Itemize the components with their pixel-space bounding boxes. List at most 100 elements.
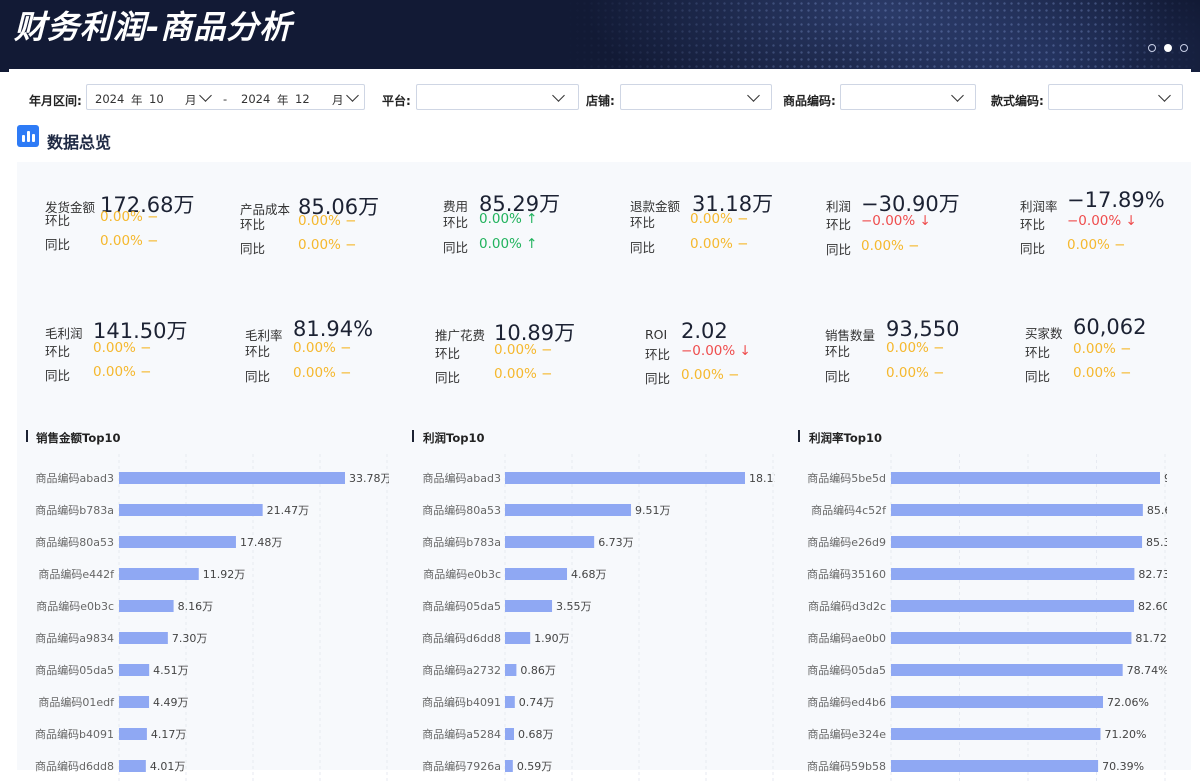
bar[interactable] (505, 472, 745, 484)
category-label: 商品编码d6dd8 (422, 631, 501, 645)
bar[interactable] (891, 728, 1101, 740)
pager-dot-1[interactable] (1148, 44, 1156, 52)
ratio-text: 0.00% (100, 233, 143, 249)
bar[interactable] (891, 664, 1123, 676)
store-select[interactable] (620, 84, 772, 110)
metric-value: 81.94% (293, 317, 374, 341)
start-year-unit: 年 (131, 93, 143, 107)
year-ratio-label: 同比 (245, 369, 271, 384)
start-year[interactable]: 2024 (95, 92, 124, 106)
bar[interactable] (119, 760, 146, 772)
year-ratio-value: 0.00% − (1067, 237, 1126, 253)
ring-ratio-value: 0.00% − (93, 340, 152, 356)
category-label: 商品编码05da5 (35, 663, 114, 677)
category-label: 商品编码5be5d (807, 471, 886, 485)
bar[interactable] (891, 536, 1143, 548)
end-year-unit: 年 (277, 93, 289, 107)
ring-ratio-label: 环比 (1025, 345, 1051, 360)
bar-chart: 商品编码5be5d 91.43% 商品编码4c52f 85.60% 商品编码e26d9 8… (807, 454, 1167, 784)
value-label: 71.20% (1104, 728, 1146, 741)
start-month[interactable]: 10 (149, 92, 164, 106)
ratio-text: 0.00% (298, 213, 341, 229)
ring-ratio-value: −0.00% ↓ (861, 213, 931, 229)
dash-icon: − (928, 365, 945, 381)
bar[interactable] (891, 504, 1143, 516)
chart-title: 利润率Top10 (809, 431, 882, 445)
ring-ratio-value: −0.00% ↓ (681, 343, 751, 359)
bar[interactable] (891, 472, 1160, 484)
bar[interactable] (119, 664, 150, 676)
end-year[interactable]: 2024 (241, 92, 270, 106)
dash-icon: − (928, 340, 945, 356)
ring-ratio-label: 环比 (45, 213, 71, 228)
value-label: 11.92万 (203, 568, 246, 581)
pager-dot-3[interactable] (1180, 44, 1188, 52)
bar[interactable] (891, 568, 1135, 580)
ratio-text: 0.00% (886, 365, 929, 381)
bar[interactable] (505, 760, 513, 772)
product-code-select[interactable] (840, 84, 976, 110)
ratio-text: 0.00% (298, 237, 341, 253)
ring-ratio-value: −0.00% ↓ (1067, 213, 1137, 229)
bar[interactable] (891, 696, 1104, 708)
value-label: 70.39% (1102, 760, 1144, 773)
bar[interactable] (119, 632, 168, 644)
bar[interactable] (891, 600, 1135, 612)
ring-ratio-value: 0.00% − (293, 340, 352, 356)
ratio-text: 0.00% (690, 236, 733, 252)
dash-icon: − (732, 211, 749, 227)
metric-label: 买家数 (1025, 326, 1063, 341)
platform-select[interactable] (416, 84, 579, 110)
date-range-picker[interactable]: 2024 年 10 月 - 2024 年 12 月 (86, 84, 365, 110)
year-ratio-value: 0.00% − (293, 365, 352, 381)
bar[interactable] (505, 696, 515, 708)
bar[interactable] (119, 696, 150, 708)
bar[interactable] (505, 568, 568, 580)
value-label: 0.68万 (518, 728, 554, 741)
bar[interactable] (119, 568, 199, 580)
chart-title-marker (798, 430, 800, 442)
metric-label: 推广花费 (435, 328, 486, 343)
ring-ratio-label: 环比 (825, 344, 851, 359)
ratio-text: 0.00% (690, 211, 733, 227)
pager-dot-2[interactable] (1164, 44, 1172, 52)
year-ratio-value: 0.00% − (298, 237, 357, 253)
bar[interactable] (119, 600, 174, 612)
bar[interactable] (119, 728, 147, 740)
chart-title: 利润Top10 (423, 431, 485, 445)
dash-icon: − (536, 366, 553, 382)
category-label: 商品编码b4091 (35, 727, 114, 741)
end-month[interactable]: 12 (295, 92, 310, 106)
start-month-chevron-down-icon[interactable] (199, 89, 212, 102)
bar[interactable] (891, 632, 1132, 644)
category-label: 商品编码05da5 (422, 599, 501, 613)
bar[interactable] (505, 728, 515, 740)
bar[interactable] (119, 472, 345, 484)
category-label: 商品编码e324e (807, 727, 886, 741)
bar[interactable] (505, 600, 553, 612)
category-label: 商品编码abad3 (423, 471, 501, 485)
year-ratio-value: 0.00% − (494, 366, 553, 382)
year-ratio-label: 同比 (645, 371, 671, 386)
bar[interactable] (119, 504, 263, 516)
value-label: 4.68万 (571, 568, 607, 581)
value-label: 1.90万 (534, 632, 570, 645)
year-ratio-label: 同比 (45, 237, 71, 252)
year-ratio-label: 同比 (240, 241, 266, 256)
style-code-chevron-down-icon (1158, 89, 1171, 102)
value-label: 82.60% (1138, 600, 1167, 613)
bar[interactable] (505, 536, 595, 548)
value-label: 18.11万 (749, 472, 775, 485)
bar[interactable] (505, 504, 632, 516)
style-code-select[interactable] (1048, 84, 1183, 110)
ring-ratio-label: 环比 (645, 347, 671, 362)
end-month-chevron-down-icon[interactable] (346, 89, 359, 102)
bar[interactable] (891, 760, 1099, 772)
bar[interactable] (505, 664, 517, 676)
ring-ratio-value: 0.00% ↑ (479, 211, 538, 227)
bar[interactable] (119, 536, 236, 548)
date-range-label: 年月区间: (29, 94, 82, 108)
year-ratio-value: 0.00% − (690, 236, 749, 252)
metric-label: ROI (645, 327, 668, 342)
bar[interactable] (505, 632, 531, 644)
